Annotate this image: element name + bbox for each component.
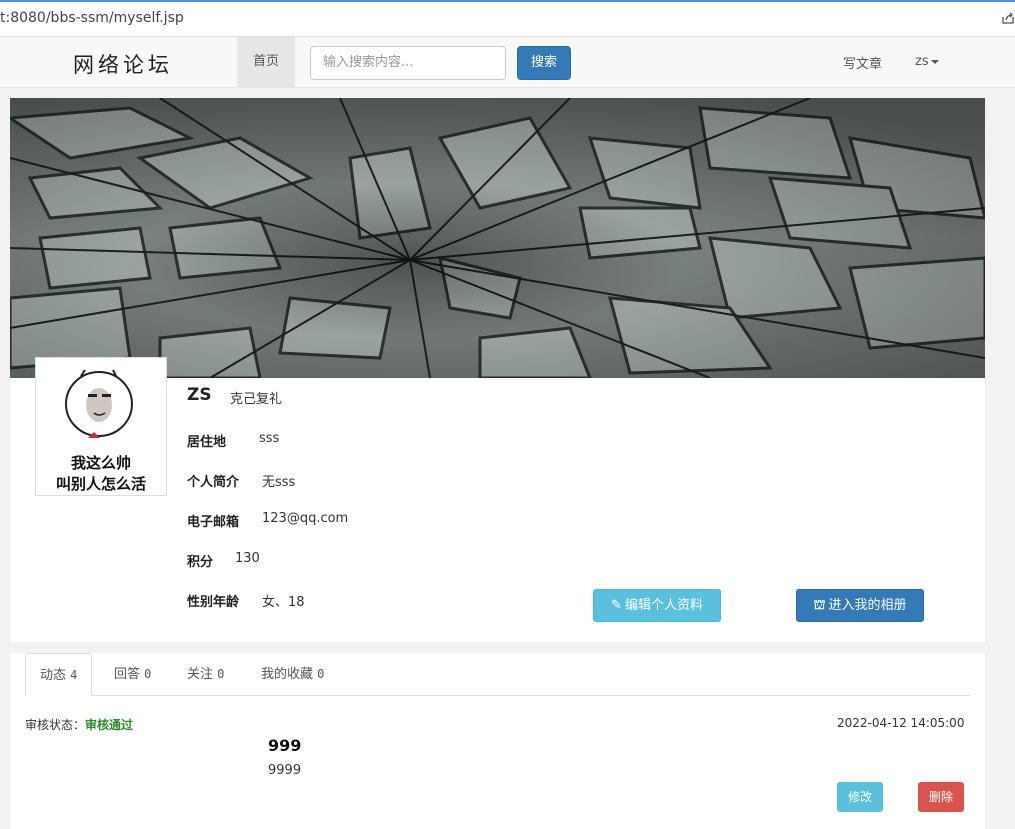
tab-count: 4 [70, 668, 78, 682]
audit-label: 审核状态： [25, 718, 86, 732]
site-brand[interactable]: 网络论坛 [73, 49, 173, 79]
road-icon: ⛫ [813, 598, 826, 613]
tab-count: 0 [217, 667, 225, 681]
album-button[interactable]: ⛫ 进入我的相册 [796, 589, 924, 622]
profile-username: ZS [187, 385, 212, 405]
tab-answers[interactable]: 回答 0 [100, 653, 165, 695]
bio-value: 无sss [262, 475, 296, 490]
location-label: 居住地 [187, 435, 227, 450]
edit-profile-label: 编辑个人资料 [624, 598, 703, 613]
avatar[interactable]: 我这么帅 叫别人怎么活 [35, 357, 167, 496]
edit-post-button[interactable]: 修改 [837, 782, 883, 812]
profile-motto: 克己复礼 [230, 392, 283, 407]
activity-panel: 动态 4 回答 0 关注 0 我的收藏 0 审核状态：审核通过 2022-04-… [10, 653, 985, 829]
tab-activity[interactable]: 动态 4 [25, 653, 93, 696]
url-text[interactable]: t:8080/bbs-ssm/myself.jsp [0, 10, 184, 26]
post-body: 9999 [268, 763, 302, 778]
nav-home-link[interactable]: 首页 [237, 37, 295, 87]
bio-label: 个人简介 [187, 475, 240, 490]
points-label: 积分 [187, 555, 214, 570]
pencil-icon: ✎ [611, 598, 622, 613]
chevron-down-icon [930, 59, 939, 64]
tab-favorites[interactable]: 我的收藏 0 [247, 653, 338, 695]
search-button[interactable]: 搜索 [517, 46, 571, 80]
tab-label: 动态 [40, 668, 67, 683]
tab-label: 我的收藏 [261, 667, 314, 682]
tab-label: 回答 [114, 667, 141, 682]
share-icon[interactable] [1001, 11, 1015, 25]
post-timestamp: 2022-04-12 14:05:00 [837, 716, 965, 730]
audit-status: 审核状态：审核通过 [25, 716, 133, 733]
tab-label: 关注 [187, 667, 214, 682]
nav-write-article[interactable]: 写文章 [843, 53, 882, 72]
avatar-caption-line1: 我这么帅 [70, 454, 131, 472]
gender-age-value: 女、18 [262, 595, 305, 610]
activity-tabs: 动态 4 回答 0 关注 0 我的收藏 0 [25, 653, 970, 696]
banner-cracked-tiles-image [10, 98, 985, 378]
profile-banner [10, 98, 985, 378]
email-label: 电子邮箱 [187, 515, 240, 530]
user-menu-label: zs [915, 54, 929, 69]
tab-count: 0 [317, 667, 325, 681]
album-label: 进入我的相册 [828, 598, 907, 613]
email-value: 123@qq.com [262, 511, 349, 526]
search-input[interactable]: 输入搜索内容... [310, 46, 506, 80]
profile-panel: 我这么帅 叫别人怎么活 ZS 克己复礼 居住地 sss 个人简介 无sss 电子… [10, 98, 985, 642]
location-value: sss [259, 431, 280, 446]
points-value: 130 [235, 551, 260, 566]
delete-post-button[interactable]: 删除 [918, 782, 964, 812]
avatar-caption-line2: 叫别人怎么活 [55, 475, 146, 493]
edit-profile-button[interactable]: ✎ 编辑个人资料 [593, 589, 721, 622]
browser-address-bar: t:8080/bbs-ssm/myself.jsp [0, 0, 1015, 37]
tab-count: 0 [144, 667, 152, 681]
tab-follows[interactable]: 关注 0 [173, 653, 238, 695]
audit-status-value: 审核通过 [85, 718, 134, 732]
post-title[interactable]: 999 [268, 736, 301, 755]
top-navbar: 网络论坛 首页 输入搜索内容... 搜索 写文章 zs [0, 37, 1015, 88]
address-bar-accent [0, 0, 1015, 2]
user-menu[interactable]: zs [915, 54, 939, 69]
gender-age-label: 性别年龄 [187, 595, 240, 610]
meme-face-image [65, 369, 133, 438]
